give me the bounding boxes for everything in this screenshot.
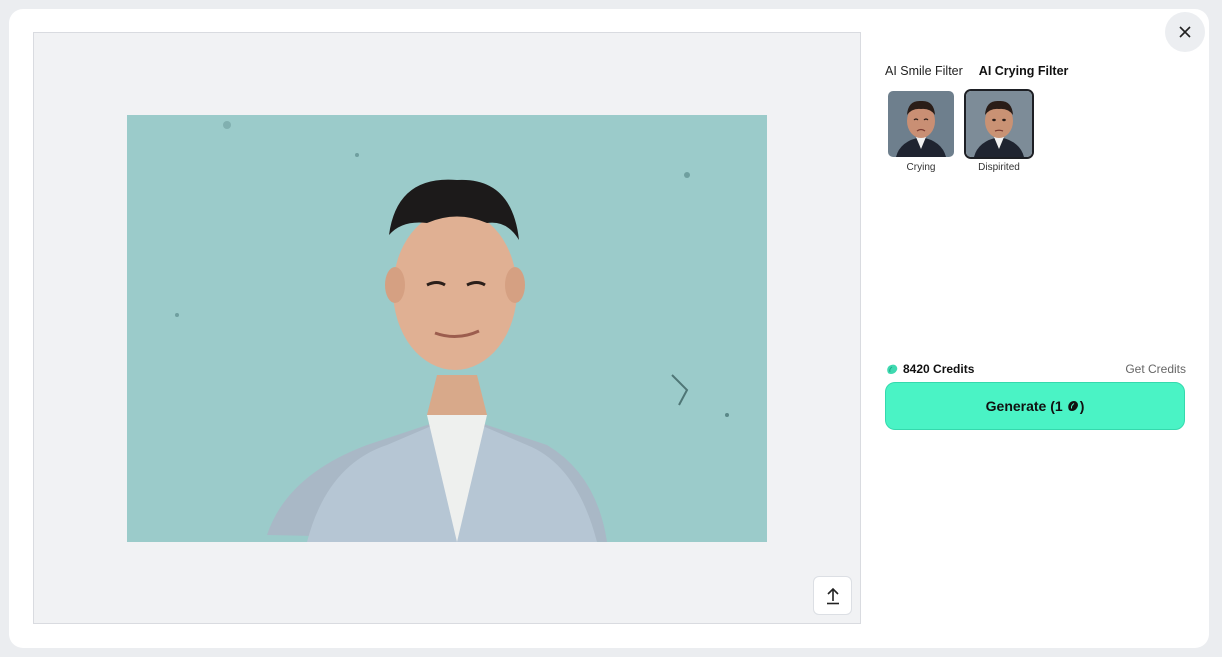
style-label-crying: Crying <box>906 162 936 173</box>
credit-gem-icon <box>887 364 898 374</box>
image-preview-area <box>33 32 861 624</box>
style-option-crying[interactable]: Crying <box>886 89 956 173</box>
upload-button[interactable] <box>813 576 852 615</box>
generate-button[interactable]: Generate (1 ) <box>885 382 1185 430</box>
close-icon <box>1179 26 1191 38</box>
get-credits-link[interactable]: Get Credits <box>1125 362 1186 376</box>
credit-gem-icon <box>1067 400 1078 411</box>
tab-ai-crying-filter[interactable]: AI Crying Filter <box>979 64 1069 78</box>
style-thumbnail <box>964 89 1034 159</box>
style-options: Crying Dispirited <box>886 89 1034 173</box>
credits-balance: 8420 Credits <box>886 362 974 376</box>
upload-icon <box>826 587 839 604</box>
style-label-dispirited: Dispirited <box>978 162 1020 173</box>
tab-ai-smile-filter[interactable]: AI Smile Filter <box>885 64 963 78</box>
generate-label: Generate (1 <box>985 398 1063 414</box>
uploaded-photo <box>127 115 767 542</box>
filter-tabs: AI Smile Filter AI Crying Filter <box>885 64 1068 78</box>
style-option-dispirited[interactable]: Dispirited <box>964 89 1034 173</box>
generate-label-suffix: ) <box>1079 398 1085 414</box>
credits-amount: 8420 Credits <box>903 362 975 376</box>
close-button[interactable] <box>1165 12 1205 52</box>
style-thumbnail <box>886 89 956 159</box>
credits-row: 8420 Credits Get Credits <box>886 361 1186 377</box>
filter-modal: AI Smile Filter AI Crying Filter Crying <box>9 9 1209 648</box>
